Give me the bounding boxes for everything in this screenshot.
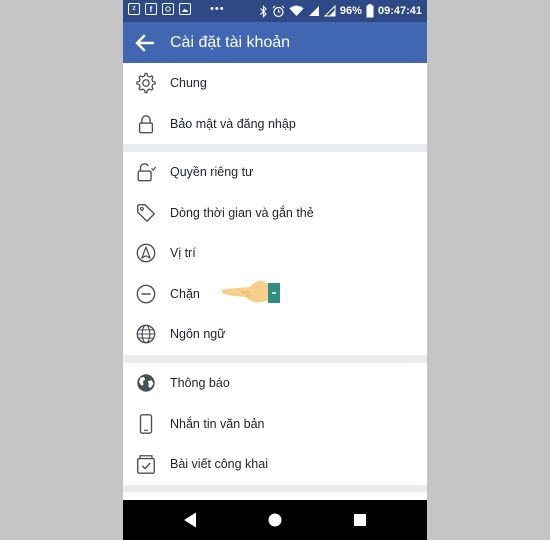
system-icons: 96% 09:47:41: [259, 3, 422, 19]
bluetooth-icon: [260, 4, 267, 18]
phone-icon: [139, 413, 153, 434]
settings-item-label: Quyền riêng tư: [170, 165, 254, 180]
status-bar: Z f ••• 96% 09:47:41: [123, 0, 427, 22]
settings-item-privacy[interactable]: Quyền riêng tư: [123, 152, 427, 193]
settings-item-label: Ngôn ngữ: [170, 327, 226, 342]
battery-percent: 96%: [339, 5, 362, 17]
phone-screen: Z f ••• 96% 09:47:41 Cài đặt tài khoản C…: [123, 0, 427, 540]
facebook-icon: f: [145, 3, 157, 15]
signal-icon-2: [323, 5, 336, 17]
settings-item-label: Chặn: [170, 286, 200, 301]
gear-icon: [136, 72, 156, 94]
settings-item-general[interactable]: Chung: [123, 63, 427, 104]
settings-item-label: Bài viết công khai: [170, 457, 268, 472]
home-circle-icon[interactable]: [265, 510, 285, 530]
clock: 09:47:41: [377, 5, 422, 17]
settings-item-text-messaging[interactable]: Nhắn tin văn bản: [123, 404, 427, 445]
tag-icon: [137, 203, 155, 222]
settings-item-label: Nhắn tin văn bản: [170, 416, 265, 431]
settings-item-label: Bảo mật và đăng nhập: [170, 116, 296, 131]
settings-section-general: Chung Bảo mật và đăng nhập: [123, 63, 427, 144]
settings-item-notifications[interactable]: Thông báo: [123, 363, 427, 404]
settings-item-timeline-tagging[interactable]: Dòng thời gian và gắn thẻ: [123, 193, 427, 234]
settings-section-notifications: Thông báo Nhắn tin văn bản Bài viết công…: [123, 363, 427, 485]
lock-icon: [138, 114, 154, 133]
settings-item-label: Vị trí: [170, 246, 196, 261]
signal-icon-1: [308, 6, 319, 16]
image-icon: [179, 3, 191, 15]
app-bar: Cài đặt tài khoản: [123, 22, 427, 63]
settings-item-label: Thông báo: [170, 376, 230, 391]
settings-item-label: Chung: [170, 76, 207, 91]
settings-item-language[interactable]: Ngôn ngữ: [123, 314, 427, 355]
back-triangle-icon[interactable]: [181, 510, 201, 530]
page-title: Cài đặt tài khoản: [170, 34, 291, 51]
navigation-bar: [123, 500, 427, 540]
block-icon: [136, 284, 156, 303]
settings-item-public-posts[interactable]: Bài viết công khai: [123, 444, 427, 485]
recents-square-icon[interactable]: [350, 510, 370, 530]
settings-item-security[interactable]: Bảo mật và đăng nhập: [123, 104, 427, 145]
settings-item-label: Dòng thời gian và gắn thẻ: [170, 205, 314, 220]
location-icon: [136, 243, 156, 263]
alarm-icon: [272, 5, 285, 17]
battery-icon: [366, 4, 374, 18]
settings-section-next: [123, 492, 427, 500]
privacy-lock-icon: [137, 163, 157, 182]
settings-item-location[interactable]: Vị trí: [123, 233, 427, 274]
globe-icon: [136, 324, 156, 344]
pointing-hand-icon: [222, 280, 280, 303]
back-arrow-icon[interactable]: [133, 31, 157, 55]
earth-icon: [137, 374, 155, 392]
wifi-icon: [289, 5, 304, 17]
public-post-icon: [137, 455, 155, 474]
notification-icons: Z f •••: [128, 3, 225, 15]
settings-section-privacy: Quyền riêng tư Dòng thời gian và gắn thẻ…: [123, 152, 427, 355]
more-notifications-icon: •••: [210, 3, 225, 15]
zalo-icon: Z: [128, 3, 140, 15]
camera-icon: [162, 3, 174, 15]
